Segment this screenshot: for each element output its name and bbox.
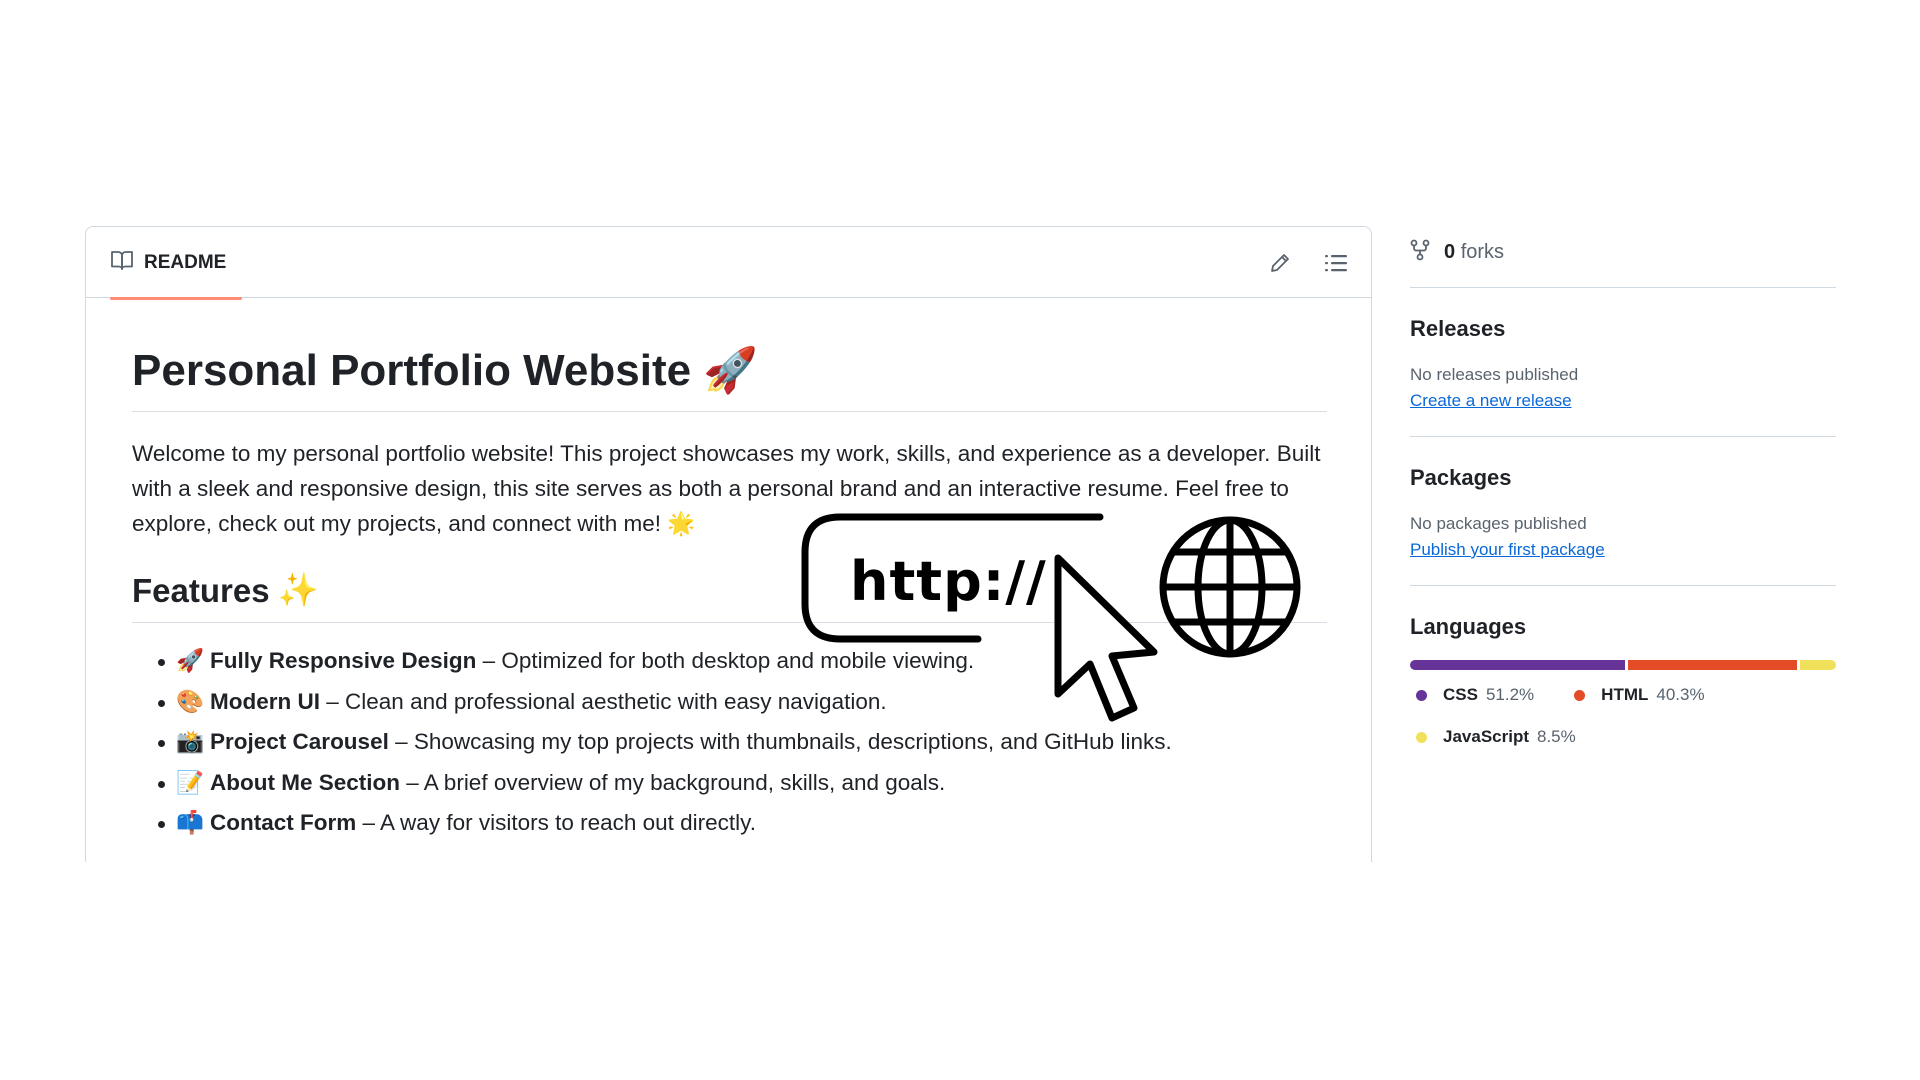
feature-title: About Me Section xyxy=(210,769,401,795)
intro-paragraph: Welcome to my personal portfolio website… xyxy=(132,441,1321,537)
feature-emoji: 🚀 xyxy=(176,648,205,674)
fork-icon xyxy=(1410,239,1430,267)
feature-emoji: 📸 xyxy=(176,729,205,755)
language-dot-icon xyxy=(1574,689,1586,701)
page: README Personal Portfolio Website 🚀 Welc… xyxy=(0,0,1920,1080)
language-dot-icon xyxy=(1416,731,1427,743)
list-item: 🎨 Modern UI – Clean and professional aest… xyxy=(158,682,1327,723)
features-list: 🚀 Fully Responsive Design – Optimized for… xyxy=(132,641,1327,844)
feature-title: Modern UI xyxy=(210,688,321,714)
features-heading-text: Features xyxy=(132,571,270,609)
language-item[interactable]: HTML 40.3% xyxy=(1568,684,1705,706)
publish-package-link[interactable]: Publish your first package xyxy=(1410,537,1605,563)
language-name: HTML xyxy=(1601,685,1649,704)
feature-emoji: 📫 xyxy=(176,810,205,836)
book-icon xyxy=(110,249,134,277)
readme-tab-label: README xyxy=(144,251,227,273)
forks-count: 0 xyxy=(1444,241,1456,263)
packages-heading[interactable]: Packages xyxy=(1410,465,1836,491)
feature-text: – A way for visitors to reach out direct… xyxy=(356,810,757,836)
title-text: Personal Portfolio Website xyxy=(132,346,692,395)
language-list: CSS 51.2% HTML 40.3% JavaScript 8.5% xyxy=(1410,684,1836,748)
releases-empty-text: No releases published xyxy=(1410,365,1579,384)
title-emoji: 🚀 xyxy=(703,346,758,395)
feature-text: – Optimized for both desktop and mobile … xyxy=(476,648,975,674)
list-icon[interactable] xyxy=(1323,250,1349,276)
language-percent: 51.2% xyxy=(1485,685,1535,704)
releases-heading[interactable]: Releases xyxy=(1410,316,1836,342)
language-percent: 8.5% xyxy=(1537,727,1576,746)
readme-panel: README Personal Portfolio Website 🚀 Welc… xyxy=(85,226,1372,862)
feature-text: – Clean and professional aesthetic with … xyxy=(320,688,887,714)
features-heading-emoji: ✨ xyxy=(277,571,319,609)
list-item: 📫 Contact Form – A way for visitors to re… xyxy=(158,803,1327,844)
language-bar-segment xyxy=(1628,660,1798,670)
packages-section: Packages No packages published Publish y… xyxy=(1410,437,1836,586)
repo-sidebar: 0 forks Releases No releases published C… xyxy=(1410,226,1836,770)
feature-title: Project Carousel xyxy=(210,729,389,755)
list-item: 📸 Project Carousel – Showcasing my top pr… xyxy=(158,722,1327,763)
packages-empty-text: No packages published xyxy=(1410,514,1587,533)
readme-body: Personal Portfolio Website 🚀 Welcome to … xyxy=(132,346,1327,844)
readme-actions xyxy=(1267,227,1349,298)
create-release-link[interactable]: Create a new release xyxy=(1410,388,1572,414)
list-item: 📝 About Me Section – A brief overview of … xyxy=(158,763,1327,804)
features-heading: Features ✨ xyxy=(132,571,1327,624)
list-item: 🚀 Fully Responsive Design – Optimized for… xyxy=(158,641,1327,682)
language-item[interactable]: CSS 51.2% xyxy=(1410,684,1534,706)
readme-tab[interactable]: README xyxy=(98,227,243,300)
language-bar xyxy=(1410,660,1836,670)
language-dot-icon xyxy=(1416,689,1427,701)
forks-row[interactable]: 0 forks xyxy=(1410,226,1836,288)
language-item[interactable]: JavaScript 8.5% xyxy=(1410,726,1576,748)
language-name: CSS xyxy=(1443,685,1478,704)
languages-heading: Languages xyxy=(1410,614,1527,639)
feature-emoji: 🎨 xyxy=(176,688,205,714)
language-name: JavaScript xyxy=(1443,727,1529,746)
languages-section: Languages CSS 51.2% HTML 40.3% JavaScript 8.5… xyxy=(1410,586,1836,770)
language-bar-segment xyxy=(1410,660,1626,670)
feature-title: Contact Form xyxy=(210,810,357,836)
page-title: Personal Portfolio Website 🚀 xyxy=(132,346,1327,413)
readme-header: README xyxy=(86,227,1371,300)
pencil-icon[interactable] xyxy=(1267,250,1293,276)
feature-emoji: 📝 xyxy=(176,769,205,795)
language-percent: 40.3% xyxy=(1656,685,1705,704)
releases-section: Releases No releases published Create a … xyxy=(1410,288,1836,437)
feature-text: – Showcasing my top projects with thumbn… xyxy=(388,729,1172,755)
feature-text: – A brief overview of my background, ski… xyxy=(400,769,946,795)
language-bar-segment xyxy=(1800,660,1836,670)
feature-title: Fully Responsive Design xyxy=(210,648,477,674)
forks-label: forks xyxy=(1460,241,1505,263)
